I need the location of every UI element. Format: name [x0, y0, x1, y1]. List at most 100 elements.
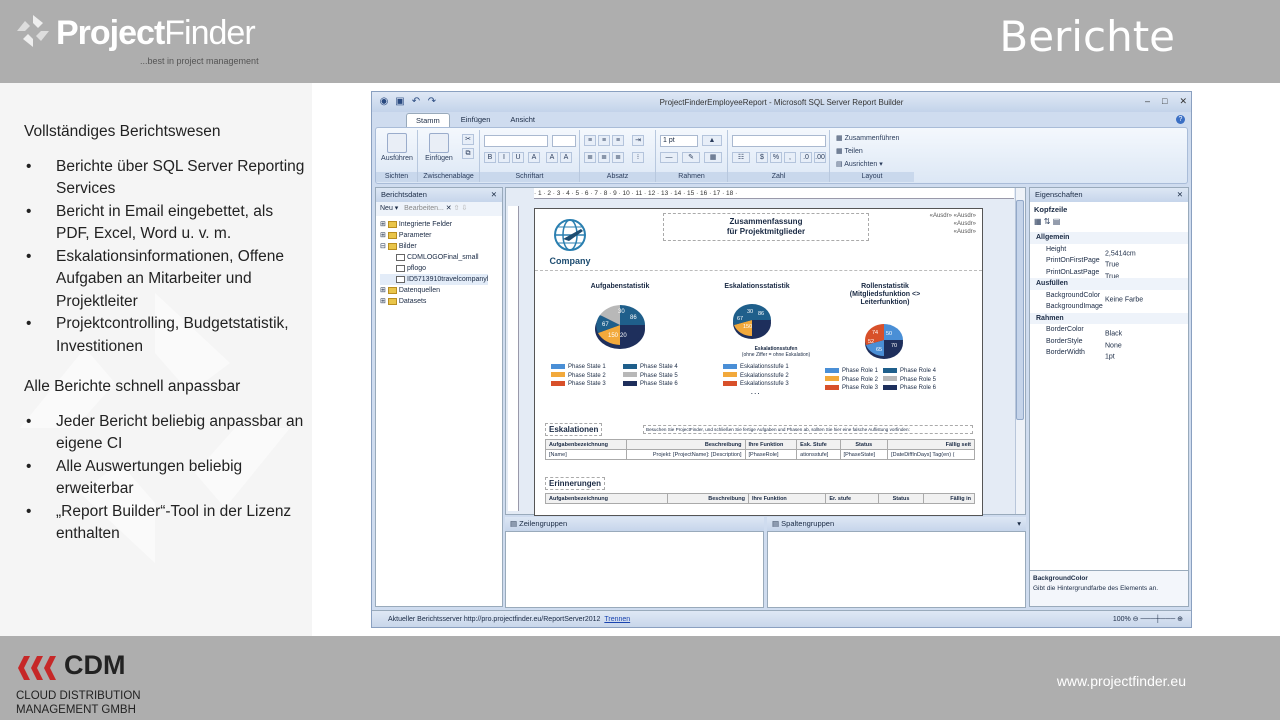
property-row[interactable]: BackgroundColorKeine Farbe: [1030, 290, 1188, 304]
close-icon[interactable]: ✕: [1177, 188, 1183, 202]
list-item: Berichte über SQL Server Reporting Servi…: [24, 156, 308, 201]
website-url[interactable]: www.projectfinder.eu: [1057, 673, 1186, 689]
property-row[interactable]: BackgroundImage: [1030, 301, 1188, 313]
pie-chart-roles[interactable]: 74 50 52 65 70: [862, 321, 906, 361]
tab-ansicht[interactable]: Ansicht: [501, 113, 544, 127]
align-left-icon[interactable]: ≣: [584, 152, 596, 163]
tree-item[interactable]: ⊟ Bilder: [380, 241, 488, 252]
paste-button[interactable]: Einfügen: [420, 133, 458, 162]
zoom-control[interactable]: 100% ⊖ ───┼─── ⊕: [1113, 611, 1183, 627]
italic-icon[interactable]: I: [498, 152, 510, 163]
align-button[interactable]: ▤ Ausrichten ▾: [836, 160, 883, 168]
number-format-select[interactable]: [732, 135, 826, 147]
font-size-select[interactable]: [552, 135, 576, 147]
pie-chart-tasks[interactable]: 30 86 67 150 20: [590, 297, 650, 352]
move-up-icon[interactable]: ⇧: [454, 205, 460, 212]
vertical-scrollbar[interactable]: [1015, 188, 1025, 514]
border-color-icon[interactable]: ✎: [682, 152, 700, 163]
border-style-icon[interactable]: —: [660, 152, 678, 163]
cut-icon[interactable]: ✂: [462, 134, 474, 145]
tree-item[interactable]: pflogo: [380, 263, 488, 274]
property-value[interactable]: 1pt: [1105, 354, 1115, 361]
tab-einfuegen[interactable]: Einfügen: [452, 113, 500, 127]
folder-icon: [387, 231, 397, 239]
tab-stamm[interactable]: Stamm: [406, 113, 450, 127]
chevron-down-icon[interactable]: ▾: [1017, 517, 1021, 531]
minimize-icon[interactable]: –: [1145, 96, 1150, 107]
property-row[interactable]: BorderColorBlack: [1030, 324, 1188, 338]
align-center-icon[interactable]: ≣: [598, 152, 610, 163]
shrink-font-icon[interactable]: A: [560, 152, 572, 163]
run-button[interactable]: Ausführen: [378, 133, 416, 162]
design-surface[interactable]: · 1 · 2 · 3 · 4 · 5 · 6 · 7 · 8 · 9 · 10…: [505, 187, 1026, 516]
font-family-select[interactable]: [484, 135, 548, 147]
currency-icon[interactable]: $: [756, 152, 768, 163]
decimal-increase-icon[interactable]: .0: [800, 152, 812, 163]
decimal-decrease-icon[interactable]: .00: [814, 152, 826, 163]
delete-icon[interactable]: ✕: [446, 205, 454, 212]
escalations-heading[interactable]: Eskalationen: [545, 423, 603, 436]
property-row[interactable]: BorderWidth1pt: [1030, 347, 1188, 361]
align-top-icon[interactable]: ≡: [584, 135, 596, 146]
column-groups-pane[interactable]: [767, 531, 1026, 608]
align-right-icon[interactable]: ≣: [612, 152, 624, 163]
report-header[interactable]: Company Zusammenfassung für Projektmitgl…: [535, 209, 982, 271]
property-row[interactable]: BorderStyleNone: [1030, 336, 1188, 350]
property-pages-icon[interactable]: ▤: [1053, 217, 1061, 226]
pie-chart-escalations[interactable]: 30 86 67 150: [730, 301, 774, 341]
property-category[interactable]: Rahmen: [1030, 312, 1188, 324]
window-controls: – □ ✕: [1145, 96, 1187, 107]
sort-alpha-icon[interactable]: ⇅: [1044, 217, 1051, 226]
font-color-icon[interactable]: A: [528, 152, 540, 163]
bullets-icon[interactable]: ⁝: [632, 152, 644, 163]
edit-button[interactable]: Bearbeiten...: [404, 205, 444, 212]
percent-icon[interactable]: %: [770, 152, 782, 163]
property-category[interactable]: Allgemein: [1030, 232, 1188, 244]
group-number: ☷ $ % , .0 .00 Zahl: [728, 130, 830, 182]
new-button[interactable]: Neu: [380, 205, 393, 212]
borders-icon[interactable]: ▦: [704, 152, 722, 163]
style-icon[interactable]: ,: [784, 152, 796, 163]
reminders-table[interactable]: Aufgabenbezeichnung Beschreibung Ihre Funk…: [544, 493, 976, 504]
property-row[interactable]: PrintOnLastPageTrue: [1030, 267, 1188, 281]
align-bottom-icon[interactable]: ≡: [612, 135, 624, 146]
indent-icon[interactable]: ⇥: [632, 135, 644, 146]
svg-text:86: 86: [630, 315, 637, 321]
border-size-select[interactable]: 1 pt: [660, 135, 698, 147]
escalations-note[interactable]: Besuchen Sie ProjectFinder, und schließe…: [643, 425, 973, 434]
property-row[interactable]: Height2,5414cm: [1030, 244, 1188, 258]
align-middle-icon[interactable]: ≡: [598, 135, 610, 146]
fill-color-icon[interactable]: ▲: [702, 135, 722, 146]
move-down-icon[interactable]: ⇩: [461, 205, 467, 212]
split-cells-button[interactable]: ▦ Teilen: [836, 147, 863, 155]
tree-item[interactable]: ⊞ Datasets: [380, 296, 488, 307]
svg-text:70: 70: [891, 343, 897, 349]
row-groups-pane[interactable]: [505, 531, 764, 608]
tree-item[interactable]: ⊞ Parameter: [380, 230, 488, 241]
maximize-icon[interactable]: □: [1162, 96, 1167, 107]
merge-cells-button[interactable]: ▦ Zusammenführen: [836, 134, 899, 142]
properties-header: Eigenschaften ✕: [1030, 188, 1188, 202]
bold-icon[interactable]: B: [484, 152, 496, 163]
close-icon[interactable]: ✕: [491, 188, 497, 202]
tree-item[interactable]: ⊞ Integrierte Felder: [380, 219, 488, 230]
copy-icon[interactable]: ⧉: [462, 148, 474, 159]
categorized-icon[interactable]: ▦: [1034, 217, 1042, 226]
placeholder-icon[interactable]: ☷: [732, 152, 750, 163]
disconnect-link[interactable]: Trennen: [604, 616, 630, 623]
escalations-table[interactable]: Aufgabenbezeichnung Beschreibung Ihre Funk…: [544, 439, 975, 460]
help-icon[interactable]: ?: [1176, 115, 1185, 124]
table-row[interactable]: [Name] Projekt: [ProjectName]: [Descripti…: [544, 449, 975, 460]
scrollbar-thumb[interactable]: [1016, 200, 1024, 420]
reminders-heading[interactable]: Erinnerungen: [545, 477, 606, 490]
expression-placeholders[interactable]: «Ausdr» «Ausdr» «Ausdr» «Ausdr»: [930, 212, 976, 236]
grow-font-icon[interactable]: A: [546, 152, 558, 163]
tree-item[interactable]: ID5713910travelcompanyl: [380, 274, 489, 285]
report-title[interactable]: Zusammenfassung für Projektmitglieder: [663, 213, 869, 241]
close-icon[interactable]: ✕: [1179, 96, 1187, 107]
property-row[interactable]: PrintOnFirstPageTrue: [1030, 255, 1188, 269]
property-category[interactable]: Ausfüllen: [1030, 278, 1188, 290]
tree-item[interactable]: CDMLOGOFinal_small: [380, 252, 488, 263]
tree-item[interactable]: ⊞ Datenquellen: [380, 285, 488, 296]
underline-icon[interactable]: U: [512, 152, 524, 163]
